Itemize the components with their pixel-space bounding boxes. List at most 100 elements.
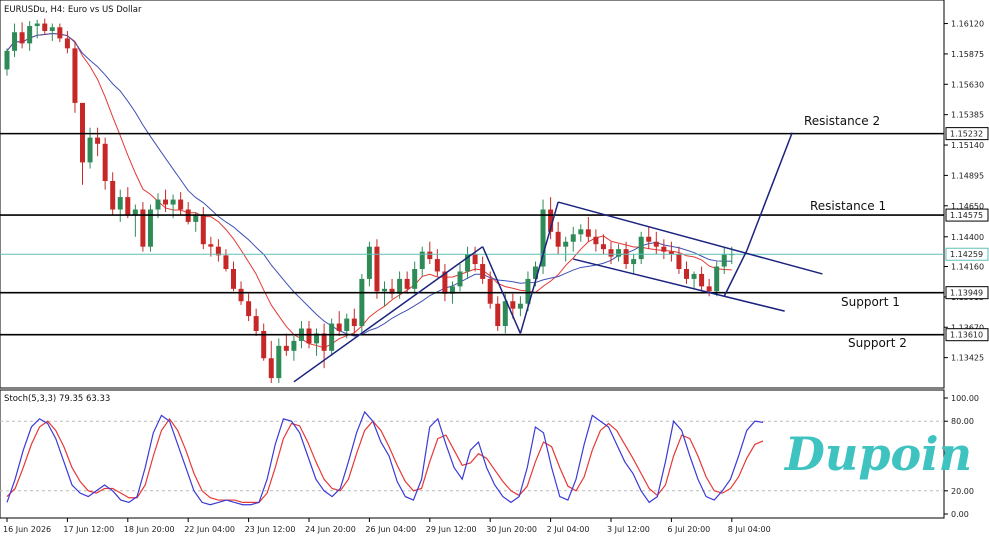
candle-body xyxy=(593,236,599,245)
candle-body xyxy=(427,251,433,260)
candle-body xyxy=(4,50,10,70)
stoch-tick-label: 100.00 xyxy=(951,394,979,403)
candle-body xyxy=(366,246,372,279)
candle-body xyxy=(336,323,342,331)
candle-body xyxy=(691,273,697,279)
candle-body xyxy=(646,236,652,242)
candle xyxy=(140,202,146,252)
candle-body xyxy=(623,249,629,265)
dupoin-logo: Dupoin xyxy=(783,427,972,481)
chart-window: 1.16120 1.15875 1.15630 1.15385 1.15140 1.148… xyxy=(0,0,989,539)
stoch-tick-label: 80.00 xyxy=(951,417,974,426)
candle-body xyxy=(661,246,667,252)
chart-title: EURUSDu, H4: Euro vs US Dollar xyxy=(4,5,142,15)
candle-body xyxy=(676,254,682,269)
candle-body xyxy=(208,244,214,247)
candle xyxy=(714,261,720,297)
candle-body xyxy=(42,23,48,31)
candle-body xyxy=(570,234,576,242)
candle xyxy=(374,239,380,299)
candle-body xyxy=(412,268,418,289)
candle-body xyxy=(321,333,327,351)
candle-body xyxy=(12,32,18,51)
candle xyxy=(72,42,78,113)
candle-body xyxy=(34,23,40,27)
current-price-label: 1.14259 xyxy=(950,250,983,259)
candle-body xyxy=(27,26,33,44)
time-tick-label: 24 Jun 20:00 xyxy=(305,525,356,534)
level-price-label: 1.13610 xyxy=(950,331,983,340)
candle-body xyxy=(110,180,116,210)
time-tick-label: 23 Jun 12:00 xyxy=(245,525,296,534)
logo-text: Dupoin xyxy=(783,427,972,481)
candle-body xyxy=(359,278,365,327)
candle-body xyxy=(699,273,705,287)
candle-body xyxy=(178,199,184,210)
annotation-resistance-2: Resistance 2 xyxy=(804,114,880,128)
annotation-support-1: Support 1 xyxy=(841,295,900,309)
time-tick-label: 3 Jul 12:00 xyxy=(607,525,650,534)
candle-body xyxy=(253,316,259,331)
candle-body xyxy=(517,303,523,309)
candle-body xyxy=(246,301,252,317)
candle-body xyxy=(155,199,161,210)
candle-body xyxy=(487,278,493,304)
time-tick-label: 17 Jun 12:00 xyxy=(63,525,114,534)
time-tick-label: 30 Jun 20:00 xyxy=(486,525,537,534)
candle-body xyxy=(653,241,659,247)
time-tick-label: 8 Jul 04:00 xyxy=(728,525,771,534)
candle-body xyxy=(117,197,123,210)
time-tick-label: 29 Jun 12:00 xyxy=(426,525,477,534)
candle-body xyxy=(578,229,584,235)
candle-body xyxy=(329,323,335,351)
candle-body xyxy=(49,27,55,31)
candle-body xyxy=(555,231,561,247)
candle-body xyxy=(72,48,78,103)
stoch-label: Stoch(5,3,3) 79.35 63.33 xyxy=(4,394,110,404)
candle-body xyxy=(102,143,108,181)
candle-body xyxy=(19,32,25,44)
candle-body xyxy=(64,38,70,49)
chart-canvas: 1.16120 1.15875 1.15630 1.15385 1.15140 1.148… xyxy=(0,0,989,534)
level-price-label: 1.14575 xyxy=(950,211,983,220)
candle-body xyxy=(283,345,289,351)
price-pane xyxy=(0,0,945,389)
time-tick-label: 6 Jul 20:00 xyxy=(667,525,710,534)
time-tick-label: 18 Jun 20:00 xyxy=(124,525,175,534)
candle-body xyxy=(125,197,131,215)
candle-body xyxy=(223,255,229,269)
candle-body xyxy=(132,209,138,215)
candle-body xyxy=(600,244,606,250)
candle-body xyxy=(397,278,403,294)
time-tick-label: 26 Jun 04:00 xyxy=(365,525,416,534)
candle-body xyxy=(351,318,357,327)
candle-body xyxy=(57,27,63,39)
candle-body xyxy=(434,259,440,272)
candle-body xyxy=(306,328,312,344)
price-tick-label: 1.14895 xyxy=(951,171,984,180)
price-tick-label: 1.15875 xyxy=(951,50,984,59)
price-tick-label: 1.14160 xyxy=(951,263,984,272)
candle-body xyxy=(510,301,516,309)
stoch-tick-label: 0.00 xyxy=(951,510,969,519)
candle-body xyxy=(495,303,501,327)
candle-body xyxy=(95,137,101,144)
candle-body xyxy=(344,318,350,331)
candle-body xyxy=(457,271,463,287)
price-tick-label: 1.14400 xyxy=(951,233,984,242)
candle-body xyxy=(238,288,244,302)
candle-body xyxy=(291,340,297,351)
candle-body xyxy=(374,246,380,292)
candle-body xyxy=(480,264,486,279)
candle xyxy=(359,273,365,334)
price-tick-label: 1.15140 xyxy=(951,141,984,150)
candle-body xyxy=(714,266,720,292)
candle-body xyxy=(163,199,169,205)
candle-body xyxy=(276,345,282,379)
candle-body xyxy=(472,254,478,265)
candle-body xyxy=(170,199,176,205)
candle-body xyxy=(540,209,546,267)
candle xyxy=(147,204,153,252)
price-tick-label: 1.15630 xyxy=(951,80,984,89)
annotation-resistance-1: Resistance 1 xyxy=(810,199,886,213)
